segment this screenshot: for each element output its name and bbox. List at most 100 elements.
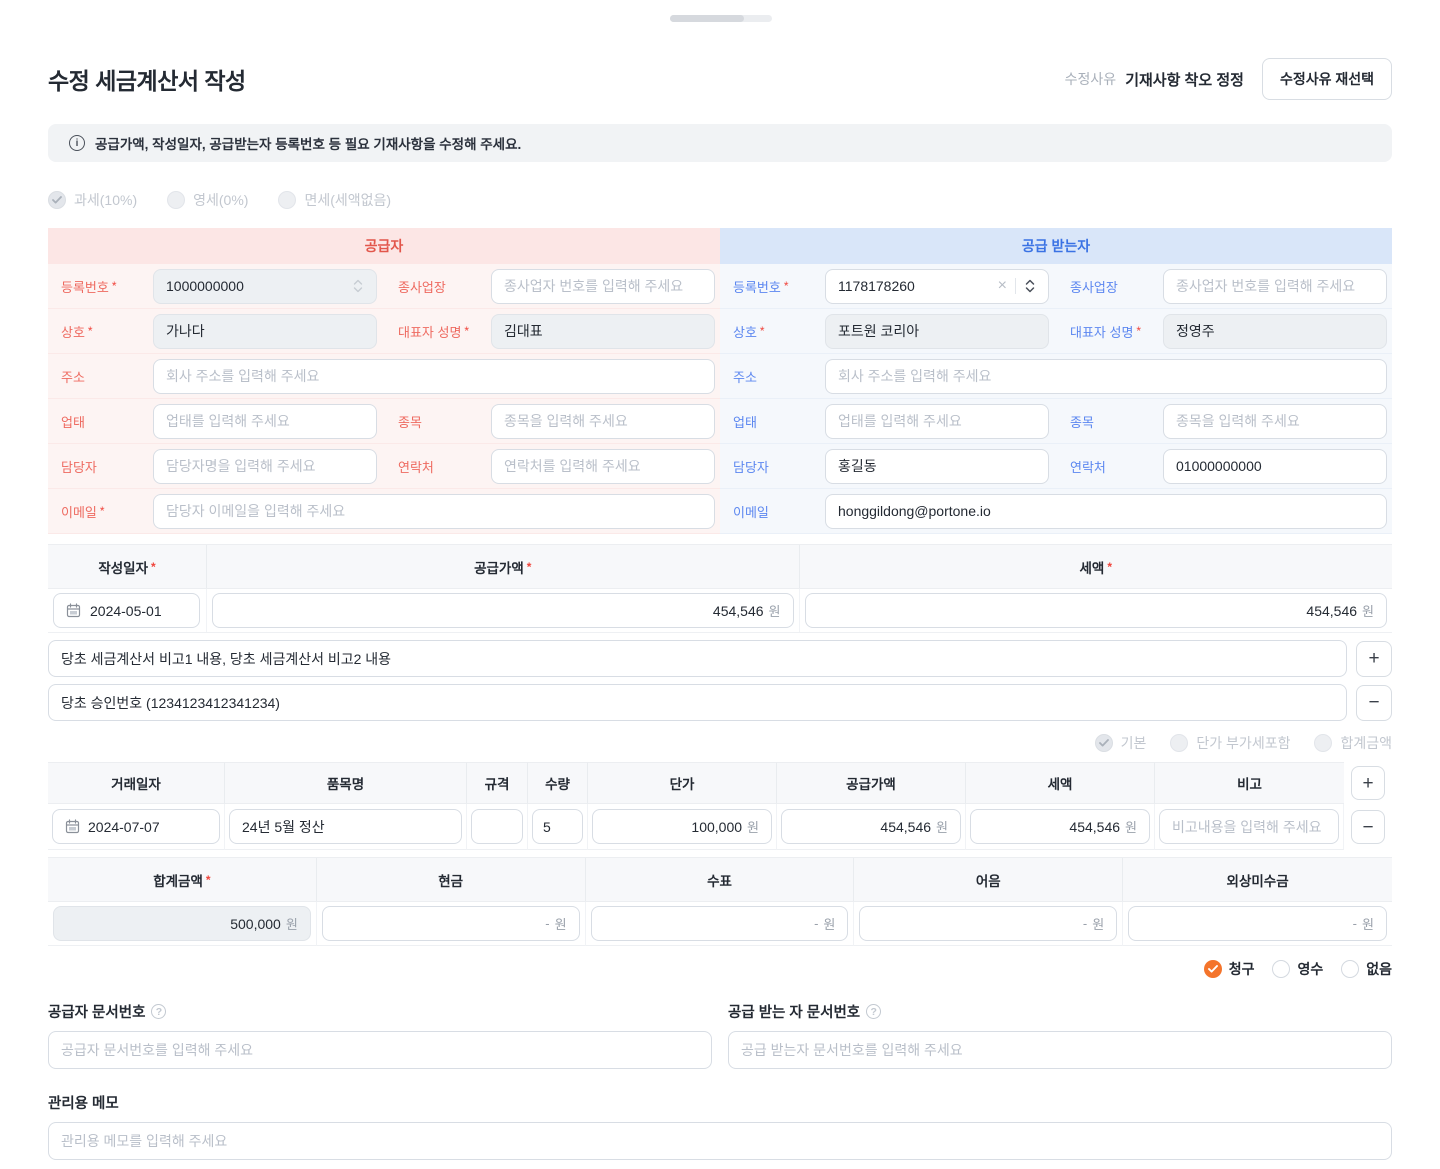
supplier-regno-input: 1000000000	[153, 269, 377, 304]
number-spinner-icon[interactable]	[1024, 279, 1036, 293]
divider	[1015, 278, 1016, 294]
radio-unchecked-icon[interactable]	[1272, 960, 1290, 978]
radio-none[interactable]: 없음	[1341, 959, 1392, 979]
receiver-manager-row: 담당자 연락처	[720, 444, 1392, 489]
item-name-input[interactable]	[229, 809, 462, 844]
supplier-company-label: 상호*	[48, 322, 148, 341]
item-spec-header: 규격	[467, 762, 528, 804]
radio-taxable: 과세(10%)	[48, 190, 137, 210]
admin-memo-input[interactable]	[48, 1122, 1392, 1160]
receiver-bizitem-input[interactable]	[1163, 404, 1387, 439]
party-section: 공급자 등록번호* 1000000000 종사업장	[48, 228, 1392, 534]
item-supply-header: 공급가액	[777, 762, 966, 804]
item-supply-input[interactable]: 454,546원	[781, 809, 961, 844]
supplier-address-row: 주소	[48, 354, 720, 399]
reselect-reason-button[interactable]: 수정사유 재선택	[1262, 58, 1392, 100]
add-memo-button[interactable]: +	[1356, 641, 1392, 677]
add-item-button[interactable]: +	[1351, 766, 1385, 800]
supplier-subbiz-input[interactable]	[491, 269, 715, 304]
supplier-manager-input[interactable]	[153, 449, 377, 484]
total-amount-header: 합계금액*	[48, 858, 317, 901]
receiver-biztype-row: 업태 종목	[720, 399, 1392, 444]
receiver-subbiz-input[interactable]	[1163, 269, 1387, 304]
supplier-biztype-input[interactable]	[153, 404, 377, 439]
supplier-subbiz-label: 종사업장	[382, 277, 486, 296]
supplier-docno-input[interactable]	[48, 1031, 712, 1069]
receiver-docno-input[interactable]	[728, 1031, 1392, 1069]
radio-checked-icon[interactable]	[1204, 960, 1222, 978]
invoice-memo-input-2[interactable]	[48, 684, 1347, 721]
radio-billing[interactable]: 청구	[1204, 959, 1255, 979]
help-icon[interactable]: ?	[151, 1004, 166, 1019]
number-spinner-icon	[352, 279, 364, 293]
receiver-regno-input[interactable]: 1178178260 ×	[825, 269, 1049, 304]
promissory-note-header: 어음	[854, 858, 1123, 901]
receiver-email-input[interactable]	[825, 494, 1387, 529]
info-icon: i	[69, 135, 85, 151]
supplier-bizitem-input[interactable]	[491, 404, 715, 439]
supplier-email-input[interactable]	[153, 494, 715, 529]
credit-input[interactable]: -원	[1128, 906, 1387, 941]
tax-type-radio-group: 과세(10%) 영세(0%) 면세(세액없음)	[48, 190, 1392, 210]
supplier-contact-label: 연락처	[382, 457, 486, 476]
receiver-ceo-input	[1163, 314, 1387, 349]
receiver-subbiz-label: 종사업장	[1054, 277, 1158, 296]
remove-item-button[interactable]: −	[1351, 810, 1385, 844]
item-name-header: 품목명	[225, 762, 467, 804]
item-tax-header: 세액	[966, 762, 1155, 804]
supplier-biztype-label: 업태	[48, 412, 148, 431]
remove-memo-button[interactable]: −	[1356, 685, 1392, 721]
supply-amount-header: 공급가액*	[207, 545, 800, 588]
receiver-contact-input[interactable]	[1163, 449, 1387, 484]
check-header: 수표	[586, 858, 855, 901]
totals-table: 합계금액* 현금 수표 어음 외상미수금 500,000원 -원 -원	[48, 857, 1392, 946]
item-qty-header: 수량	[528, 762, 588, 804]
radio-checked-disabled-icon	[48, 191, 66, 209]
radio-unchecked-disabled-icon	[1314, 734, 1332, 752]
item-date-input[interactable]: 2024-07-07	[52, 809, 220, 844]
item-unitprice-input[interactable]: 100,000원	[592, 809, 772, 844]
receiver-manager-input[interactable]	[825, 449, 1049, 484]
item-note-header: 비고	[1155, 762, 1344, 804]
supply-amount-input[interactable]: 454,546원	[212, 593, 794, 628]
receiver-company-row: 상호* 대표자 성명*	[720, 309, 1392, 354]
supplier-company-row: 상호* 대표자 성명*	[48, 309, 720, 354]
invoice-memo-row-2: −	[48, 684, 1392, 721]
receiver-docno-field: 공급 받는 자 문서번호 ?	[728, 1001, 1392, 1069]
calendar-icon	[65, 819, 80, 834]
receiver-company-input	[825, 314, 1049, 349]
item-spec-input[interactable]	[471, 809, 523, 844]
radio-checked-disabled-icon	[1095, 734, 1113, 752]
supplier-address-input[interactable]	[153, 359, 715, 394]
radio-zero-rate: 영세(0%)	[167, 190, 248, 210]
supplier-manager-label: 담당자	[48, 457, 148, 476]
item-unitprice-header: 단가	[588, 762, 777, 804]
supplier-ceo-label: 대표자 성명*	[382, 322, 486, 341]
receiver-biztype-input[interactable]	[825, 404, 1049, 439]
total-amount-input: 500,000원	[53, 906, 311, 941]
supplier-panel-title: 공급자	[48, 228, 720, 264]
cash-input[interactable]: -원	[322, 906, 580, 941]
receiver-email-row: 이메일	[720, 489, 1392, 534]
supplier-contact-input[interactable]	[491, 449, 715, 484]
info-banner-text: 공급가액, 작성일자, 공급받는자 등록번호 등 필요 기재사항을 수정해 주세…	[95, 133, 521, 153]
invoice-memo-input-1[interactable]	[48, 640, 1347, 677]
item-qty-input[interactable]	[532, 809, 583, 844]
tax-amount-input[interactable]: 454,546원	[805, 593, 1388, 628]
item-note-input[interactable]	[1159, 809, 1339, 844]
item-tax-input[interactable]: 454,546원	[970, 809, 1150, 844]
receiver-email-label: 이메일	[720, 502, 820, 521]
receiver-ceo-label: 대표자 성명*	[1054, 322, 1158, 341]
supplier-bizitem-label: 종목	[382, 412, 486, 431]
promissory-note-input[interactable]: -원	[859, 906, 1117, 941]
check-input[interactable]: -원	[591, 906, 849, 941]
radio-unchecked-icon[interactable]	[1341, 960, 1359, 978]
clear-icon[interactable]: ×	[998, 277, 1007, 295]
receiver-address-input[interactable]	[825, 359, 1387, 394]
item-date-header: 거래일자	[48, 762, 225, 804]
radio-receipt[interactable]: 영수	[1272, 959, 1323, 979]
receiver-docno-label: 공급 받는 자 문서번호 ?	[728, 1001, 1392, 1022]
supplier-regno-row: 등록번호* 1000000000 종사업장	[48, 264, 720, 309]
help-icon[interactable]: ?	[866, 1004, 881, 1019]
write-date-input[interactable]: 2024-05-01	[53, 593, 200, 628]
